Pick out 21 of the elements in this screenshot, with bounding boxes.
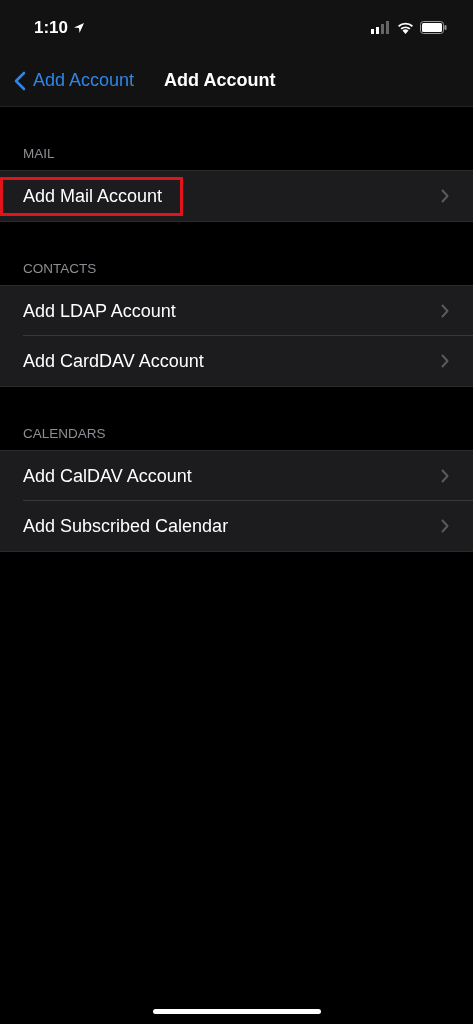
chevron-icon — [441, 469, 449, 483]
chevron-icon — [441, 304, 449, 318]
list-item[interactable]: Add CardDAV Account — [0, 336, 473, 386]
location-arrow-icon — [73, 21, 86, 34]
clock-time: 1:10 — [34, 17, 69, 38]
wifi-icon — [397, 21, 414, 34]
list-item[interactable]: Add Subscribed Calendar — [0, 501, 473, 551]
list-item[interactable]: Add CalDAV Account — [0, 451, 473, 501]
back-button[interactable]: Add Account — [0, 60, 135, 101]
section-header: CALENDARS — [23, 426, 106, 441]
battery-icon — [420, 21, 447, 34]
section-header: MAIL — [23, 146, 55, 161]
chevron-icon — [441, 189, 449, 203]
chevron-icon — [441, 519, 449, 533]
signal-icon — [371, 21, 391, 34]
page-title: Add Account — [164, 70, 276, 91]
list-item[interactable]: Add Mail Account — [0, 171, 473, 221]
section-header: CONTACTS — [23, 261, 97, 276]
back-chevron-icon — [14, 70, 26, 91]
chevron-icon — [441, 354, 449, 368]
list-item[interactable]: Add LDAP Account — [0, 286, 473, 336]
